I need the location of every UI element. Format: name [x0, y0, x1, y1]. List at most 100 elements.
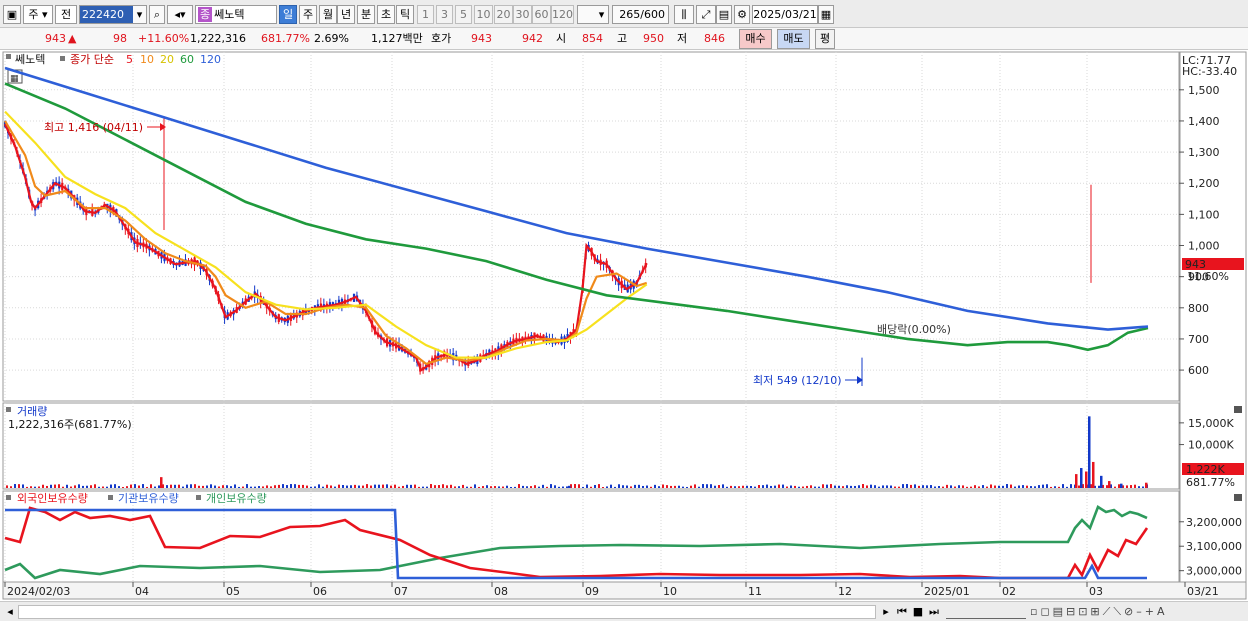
tab-minute[interactable]: 분: [357, 5, 375, 24]
volume-bar: [426, 486, 428, 488]
zoom-slider[interactable]: [946, 605, 1026, 619]
tab-day[interactable]: 일: [279, 5, 297, 24]
chart-area[interactable]: 쎄노텍 종가 단순 5 10 20 60 120 ▦ LC:71.77 HC:-…: [0, 50, 1248, 601]
scroll-track[interactable]: [18, 605, 876, 619]
stock-name-field[interactable]: 종 쎄노텍: [195, 5, 277, 24]
blank-cell: [6, 30, 20, 48]
panel-close-icon[interactable]: [1234, 406, 1242, 413]
y-axis-strip: [1179, 51, 1247, 583]
volume-bar: [778, 484, 780, 488]
volume-bar: [350, 485, 352, 488]
x-axis-strip: [2, 581, 1247, 600]
volume-bar: [230, 486, 232, 488]
volume-value-text: 1,222,316주(681.77%): [8, 418, 132, 431]
interval-3[interactable]: 3: [436, 5, 453, 24]
window-menu-icon[interactable]: ▣: [3, 5, 21, 24]
volume-bar: [142, 484, 144, 488]
tool-icons[interactable]: ▫◻▤⊟⊡⊞⟋⟍⊘–+A: [1030, 605, 1240, 619]
volume-bar: [414, 484, 416, 488]
high-label: 고: [617, 32, 628, 45]
volume-panel[interactable]: [2, 402, 1180, 490]
volume-bar: [218, 486, 220, 488]
volume-bar: [622, 485, 624, 488]
scroll-left-icon[interactable]: ◂: [4, 605, 16, 619]
gear-icon[interactable]: ⚙: [734, 5, 750, 24]
period-select[interactable]: 주 ▾: [23, 5, 53, 24]
interval-10[interactable]: 10: [474, 5, 493, 24]
volume-bar: [18, 484, 20, 488]
scroll-bar[interactable]: ◂ ▸ ⏮ ■ ⏭ ▫◻▤⊟⊡⊞⟋⟍⊘–+A: [0, 601, 1248, 621]
volume-bar: [774, 485, 776, 488]
volume-bar: [858, 485, 860, 488]
volume-bar: [670, 485, 672, 488]
volume-bar: [374, 484, 376, 488]
tab-second[interactable]: 초: [377, 5, 395, 24]
low-annotation: 최저 549 (12/10): [753, 374, 842, 387]
price-tick-label-9: 1,500: [1188, 84, 1220, 97]
date-field[interactable]: 2025/03/21: [752, 5, 818, 24]
volume-bar: [510, 486, 512, 488]
volume-bar: [534, 485, 536, 488]
volume-bar: [1130, 485, 1132, 488]
volume-bar: [810, 485, 812, 488]
count-input[interactable]: 265/600: [612, 5, 669, 24]
panel-close-icon[interactable]: [1234, 494, 1242, 501]
volume-tick-label-0: 10,000K: [1188, 439, 1234, 452]
buy-button[interactable]: 매수: [739, 29, 772, 49]
volume-bar: [946, 484, 948, 488]
rewind-icon[interactable]: ⏮: [895, 605, 909, 619]
interval-1[interactable]: 1: [417, 5, 434, 24]
calculator-icon-glyph: ▦: [10, 74, 19, 84]
volume-bar: [346, 485, 348, 488]
eval-button[interactable]: 평: [815, 29, 835, 49]
tab-month[interactable]: 월: [319, 5, 337, 24]
volume-bar: [990, 484, 992, 488]
volume-bar: [1010, 484, 1012, 488]
volume-bar: [22, 484, 24, 488]
forward-icon[interactable]: ⏭: [927, 605, 941, 619]
volume-bar: [1066, 486, 1068, 488]
volume-bar: [762, 485, 764, 488]
volume-bar: [770, 485, 772, 488]
interval-10-label: 10: [476, 8, 491, 21]
prev-button[interactable]: 전: [55, 5, 77, 24]
volume-bar: [1030, 486, 1032, 488]
sell-button[interactable]: 매도: [777, 29, 810, 49]
draw-icon[interactable]: ⤢: [696, 5, 716, 24]
stop-icon[interactable]: ■: [912, 605, 924, 619]
volume-bar: [918, 485, 920, 488]
interval-30[interactable]: 30: [513, 5, 532, 24]
volume-bar: [694, 484, 696, 488]
search-icon[interactable]: ⌕: [149, 5, 165, 24]
open-label: 시: [556, 32, 567, 45]
interval-60[interactable]: 60: [532, 5, 551, 24]
price-panel[interactable]: [2, 51, 1180, 402]
low-label: 저: [677, 32, 688, 45]
volume-bar: [394, 484, 396, 488]
interval-120[interactable]: 120: [551, 5, 574, 24]
calendar-icon[interactable]: ▦: [818, 5, 834, 24]
chevron-down-icon[interactable]: ▾: [133, 5, 147, 24]
tab-tick[interactable]: 틱: [396, 5, 414, 24]
volume-bar: [750, 486, 752, 488]
volume-bar: [546, 486, 548, 488]
volume-bar: [982, 485, 984, 488]
sound-icon[interactable]: ◂▾: [167, 5, 193, 24]
volume-bar: [662, 484, 664, 488]
volume-bar-peak: [568, 485, 571, 488]
volume-bar: [238, 486, 240, 488]
candle-icon[interactable]: ⫼: [674, 5, 694, 24]
date-value: 2025/03/21: [753, 8, 817, 21]
chevron-down-icon[interactable]: ▾: [595, 5, 609, 24]
volume-bar: [82, 485, 84, 488]
interval-5[interactable]: 5: [455, 5, 472, 24]
volume-badge-text: 1,222K: [1186, 463, 1225, 476]
save-icon[interactable]: ▤: [716, 5, 732, 24]
play-icon[interactable]: ▸: [880, 605, 892, 619]
volume-bar: [190, 484, 192, 488]
x-tick-label-9: 12: [838, 585, 852, 598]
interval-20[interactable]: 20: [494, 5, 513, 24]
volume-bar: [250, 486, 252, 488]
tab-week[interactable]: 주: [299, 5, 317, 24]
tab-year[interactable]: 년: [337, 5, 355, 24]
